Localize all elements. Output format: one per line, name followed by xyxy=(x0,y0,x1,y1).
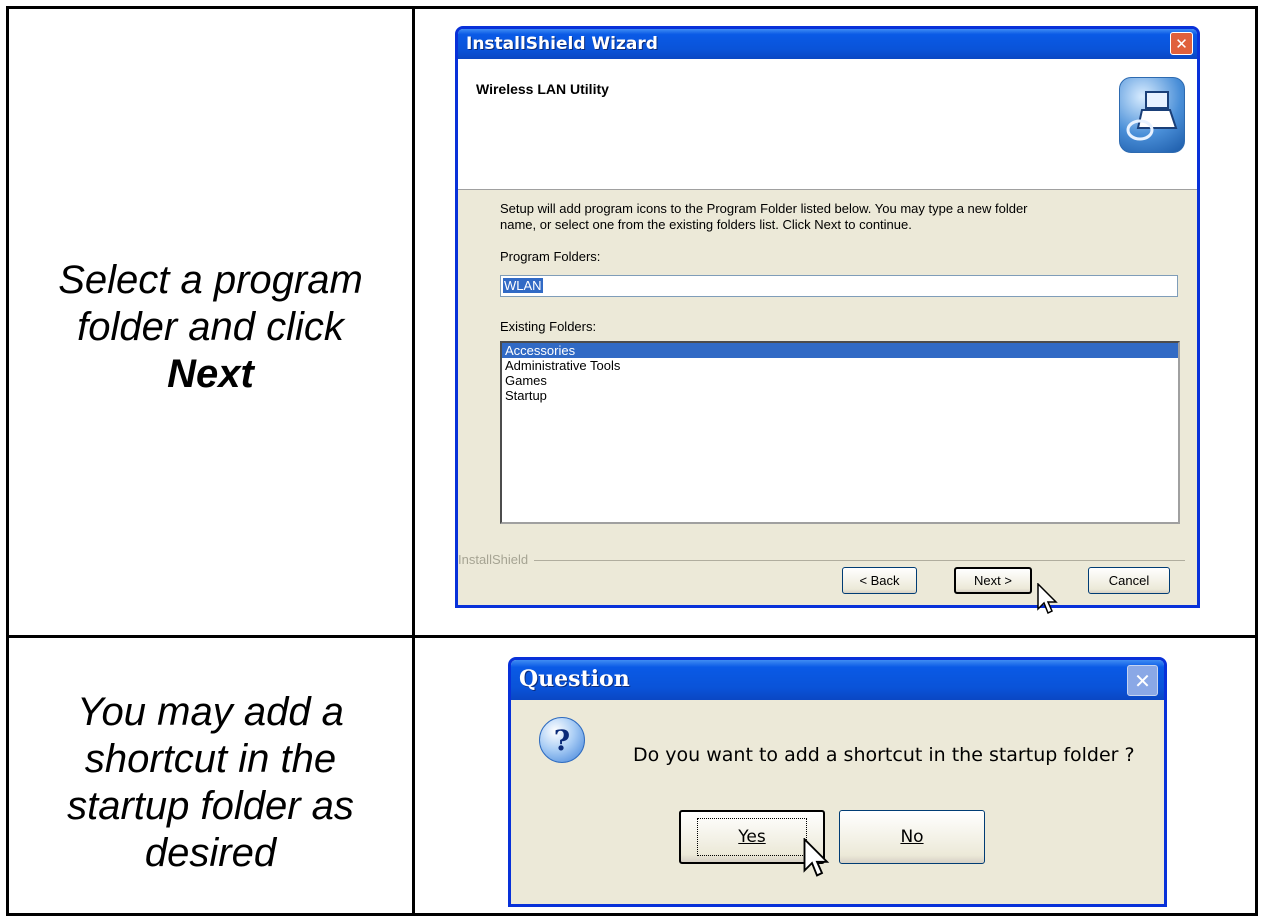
wizard-title: InstallShield Wizard xyxy=(466,34,658,54)
instruction-select-folder: Select a program folder and click Next xyxy=(9,257,412,398)
list-item[interactable]: Games xyxy=(502,373,1178,388)
instruction-line: folder and click xyxy=(77,305,344,349)
question-titlebar[interactable]: Question ✕ xyxy=(511,660,1164,700)
next-button[interactable]: Next > xyxy=(954,567,1032,594)
instruction-line: You may add a xyxy=(77,690,344,734)
cancel-button[interactable]: Cancel xyxy=(1088,567,1170,594)
close-icon[interactable]: ✕ xyxy=(1170,32,1193,55)
question-icon: ? xyxy=(539,717,585,763)
wizard-header-title: Wireless LAN Utility xyxy=(476,81,609,97)
list-item[interactable]: Administrative Tools xyxy=(502,358,1178,373)
installshield-wizard-window: InstallShield Wizard ✕ Wireless LAN Util… xyxy=(455,26,1200,608)
yes-label: Yes xyxy=(697,818,807,856)
wizard-description: Setup will add program icons to the Prog… xyxy=(500,201,1180,233)
wizard-titlebar[interactable]: InstallShield Wizard ✕ xyxy=(458,29,1197,59)
question-title: Question xyxy=(519,666,630,692)
question-dialog: Question ✕ ? Do you want to add a shortc… xyxy=(508,657,1167,907)
no-label-text: No xyxy=(900,827,924,847)
program-folders-label: Program Folders: xyxy=(500,249,601,264)
instruction-line: Select a program xyxy=(58,258,363,302)
no-button[interactable]: No xyxy=(839,810,985,864)
instruction-line: shortcut in the xyxy=(84,737,337,781)
column-divider xyxy=(412,9,415,913)
instruction-line: startup folder as xyxy=(67,784,354,828)
existing-folders-label: Existing Folders: xyxy=(500,319,597,334)
program-folder-input[interactable]: WLAN xyxy=(500,275,1178,297)
instruction-line: desired xyxy=(144,831,277,875)
yes-label-text: Yes xyxy=(738,827,766,847)
program-folder-value: WLAN xyxy=(503,278,543,293)
description-line: Setup will add program icons to the Prog… xyxy=(500,201,1028,216)
brand-divider xyxy=(458,560,1185,561)
list-item[interactable]: Startup xyxy=(502,388,1178,403)
instruction-bold-next: Next xyxy=(167,352,254,396)
back-button[interactable]: < Back xyxy=(842,567,917,594)
computer-setup-icon xyxy=(1119,77,1185,153)
instruction-add-shortcut: You may add a shortcut in the startup fo… xyxy=(9,689,412,877)
wizard-header: Wireless LAN Utility xyxy=(458,59,1197,190)
installshield-brand: InstallShield xyxy=(458,552,535,567)
existing-folders-list[interactable]: Accessories Administrative Tools Games S… xyxy=(500,341,1180,524)
question-message: Do you want to add a shortcut in the sta… xyxy=(633,744,1135,766)
close-icon[interactable]: ✕ xyxy=(1127,665,1158,696)
list-item[interactable]: Accessories xyxy=(502,343,1178,358)
row-divider xyxy=(9,635,1255,638)
description-line: name, or select one from the existing fo… xyxy=(500,217,912,232)
